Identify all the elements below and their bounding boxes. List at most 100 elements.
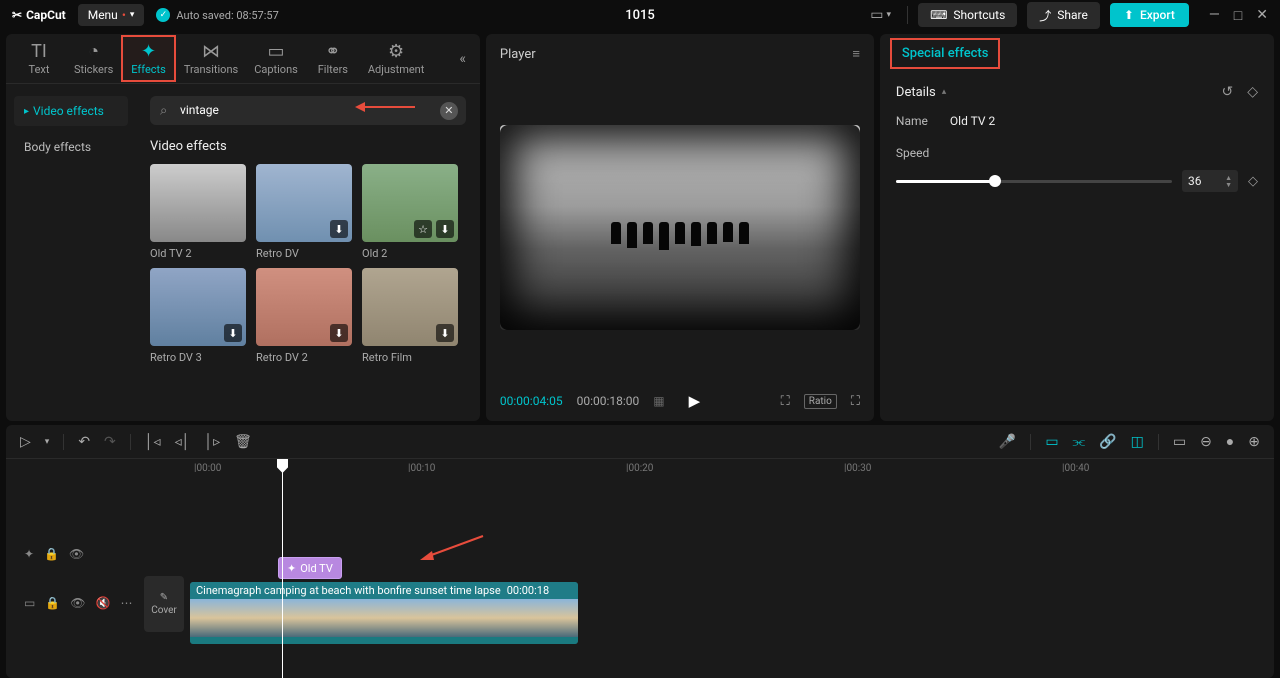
reset-icon[interactable]: ↺: [1221, 84, 1233, 100]
effect-item[interactable]: ☆⬇Old 2: [362, 164, 458, 260]
adjustment-icon: ⚙: [388, 41, 404, 61]
tab-filters[interactable]: ⚭Filters: [306, 37, 360, 80]
lock-icon[interactable]: 🔒: [44, 547, 59, 561]
export-button[interactable]: ⬆Export: [1110, 3, 1189, 27]
zoom-out-icon[interactable]: ⊖: [1200, 434, 1212, 450]
effect-item[interactable]: ⬇Retro Film: [362, 268, 458, 364]
keyframe-icon[interactable]: ◇: [1247, 84, 1258, 100]
tab-text[interactable]: TIText: [12, 37, 66, 80]
player-menu-icon[interactable]: ≡: [852, 46, 860, 62]
export-icon: ⬆: [1124, 8, 1134, 22]
collapse-button[interactable]: «: [451, 51, 474, 67]
close-button[interactable]: ✕: [1256, 7, 1268, 24]
aspect-button[interactable]: ▭ ▾: [864, 5, 897, 25]
clear-search-button[interactable]: ✕: [440, 102, 458, 120]
cover-button[interactable]: ✎Cover: [144, 576, 184, 632]
filters-icon: ⚭: [325, 41, 340, 61]
quality-icon[interactable]: ▦: [653, 394, 664, 408]
check-icon: ✓: [156, 8, 170, 22]
visibility-icon[interactable]: 👁: [69, 547, 84, 561]
delete-tool[interactable]: 🗑: [234, 434, 252, 450]
effect-icon: ✦: [287, 562, 296, 575]
pointer-tool[interactable]: ▷: [20, 434, 31, 450]
undo-button[interactable]: ↶: [78, 434, 90, 450]
scale-icon[interactable]: ⛶: [781, 394, 790, 409]
search-box[interactable]: ⌕ ✕: [150, 96, 466, 125]
preview-tool[interactable]: ◫: [1131, 434, 1144, 450]
timeline-ruler[interactable]: |00:00 |00:10 |00:20 |00:30 |00:40: [186, 459, 1274, 481]
tab-effects[interactable]: ✦Effects: [121, 35, 176, 82]
more-icon[interactable]: ⋯: [120, 596, 132, 610]
effects-section-title: Video effects: [150, 139, 466, 154]
video-clip[interactable]: Cinemagraph camping at beach with bonfir…: [190, 582, 578, 644]
special-effects-tab[interactable]: Special effects: [890, 38, 1001, 69]
download-icon[interactable]: ⬇: [330, 324, 348, 342]
redo-button[interactable]: ↷: [104, 434, 116, 450]
link-tool[interactable]: ⫘: [1073, 434, 1086, 450]
effects-icon: ✦: [141, 41, 156, 61]
tab-adjustment[interactable]: ⚙Adjustment: [360, 37, 433, 80]
mute-icon[interactable]: 🔇: [96, 596, 111, 610]
annotation-arrow: [418, 533, 488, 563]
share-button[interactable]: ⤴Share: [1027, 2, 1100, 29]
effect-item[interactable]: ⬇Retro DV 2: [256, 268, 352, 364]
download-icon[interactable]: ⬇: [224, 324, 242, 342]
speed-label: Speed: [896, 146, 950, 160]
minimize-button[interactable]: —: [1209, 7, 1220, 24]
dropdown-icon[interactable]: ▾: [45, 437, 50, 447]
shortcuts-button[interactable]: ⌨Shortcuts: [918, 3, 1017, 27]
video-preview[interactable]: [500, 125, 860, 330]
video-track-icon[interactable]: ▭: [24, 596, 35, 610]
captions-icon: ▭: [268, 41, 285, 61]
player-panel: Player ≡ 00:00:04:05 00:00:18:00 ▦ ▶ ⛶ R…: [486, 34, 874, 421]
stickers-icon: ◔: [88, 41, 99, 61]
zoom-slider-thumb[interactable]: ●: [1226, 433, 1234, 450]
effects-grid: Old TV 2 ⬇Retro DV ☆⬇Old 2 ⬇Retro DV 3 ⬇…: [150, 164, 466, 364]
maximize-button[interactable]: □: [1234, 7, 1242, 24]
media-panel: TIText ◔Stickers ✦Effects ⋈Transitions ▭…: [6, 34, 480, 421]
player-title: Player: [500, 47, 536, 62]
download-icon[interactable]: ⬇: [436, 220, 454, 238]
link2-tool[interactable]: 🔗: [1099, 434, 1116, 450]
download-icon[interactable]: ⬇: [330, 220, 348, 238]
subnav-body-effects[interactable]: Body effects: [14, 132, 128, 162]
tab-stickers[interactable]: ◔Stickers: [66, 37, 121, 80]
effect-item[interactable]: Old TV 2: [150, 164, 246, 260]
timeline: ▷ ▾ ↶ ↷ │◃ ◃│ │▹ 🗑 🎤 ▭ ⫘ 🔗 ◫ ▭ ⊖ ● ⊕ |00…: [6, 425, 1274, 678]
transitions-icon: ⋈: [202, 41, 220, 61]
favorite-icon[interactable]: ☆: [414, 220, 432, 238]
split-right-tool[interactable]: │▹: [204, 433, 220, 450]
subnav-video-effects[interactable]: Video effects: [14, 96, 128, 126]
player-controls: 00:00:04:05 00:00:18:00 ▦ ▶ ⛶ Ratio ⛶: [486, 381, 874, 421]
download-icon[interactable]: ⬇: [436, 324, 454, 342]
project-name[interactable]: 1015: [625, 8, 655, 23]
visibility-icon[interactable]: 👁: [70, 596, 85, 610]
effect-track-icon[interactable]: ✦: [24, 547, 34, 561]
speed-slider[interactable]: [896, 180, 1172, 183]
snap-tool[interactable]: ▭: [1045, 434, 1058, 450]
tab-transitions[interactable]: ⋈Transitions: [176, 37, 246, 80]
ratio-button[interactable]: Ratio: [804, 394, 837, 409]
tab-captions[interactable]: ▭Captions: [246, 37, 306, 80]
playhead[interactable]: [282, 459, 283, 678]
zoom-fit-icon[interactable]: ▭: [1173, 434, 1186, 450]
annotation-arrow: [355, 99, 415, 115]
split-left-tool[interactable]: ◃│: [175, 433, 191, 450]
zoom-in-icon[interactable]: ⊕: [1248, 434, 1260, 450]
share-icon: ⤴: [1039, 7, 1051, 24]
tab-strip: TIText ◔Stickers ✦Effects ⋈Transitions ▭…: [6, 34, 480, 84]
timeline-toolbar: ▷ ▾ ↶ ↷ │◃ ◃│ │▹ 🗑 🎤 ▭ ⫘ 🔗 ◫ ▭ ⊖ ● ⊕: [6, 425, 1274, 459]
effect-item[interactable]: ⬇Retro DV 3: [150, 268, 246, 364]
mic-icon[interactable]: 🎤: [999, 434, 1016, 450]
keyframe-icon[interactable]: ◇: [1248, 174, 1258, 189]
fullscreen-icon[interactable]: ⛶: [851, 394, 860, 409]
timeline-tracks[interactable]: ✦Old TV Cinemagraph camping at beach wit…: [186, 481, 1274, 637]
effect-track-controls: ✦ 🔒 👁: [6, 539, 136, 569]
menu-button[interactable]: Menu • ▾: [78, 4, 145, 26]
split-tool[interactable]: │◃: [145, 433, 161, 450]
play-button[interactable]: ▶: [689, 392, 701, 410]
effect-clip[interactable]: ✦Old TV: [278, 557, 342, 579]
effect-item[interactable]: ⬇Retro DV: [256, 164, 352, 260]
speed-value[interactable]: 36▲▼: [1182, 170, 1238, 192]
lock-icon[interactable]: 🔒: [45, 596, 60, 610]
